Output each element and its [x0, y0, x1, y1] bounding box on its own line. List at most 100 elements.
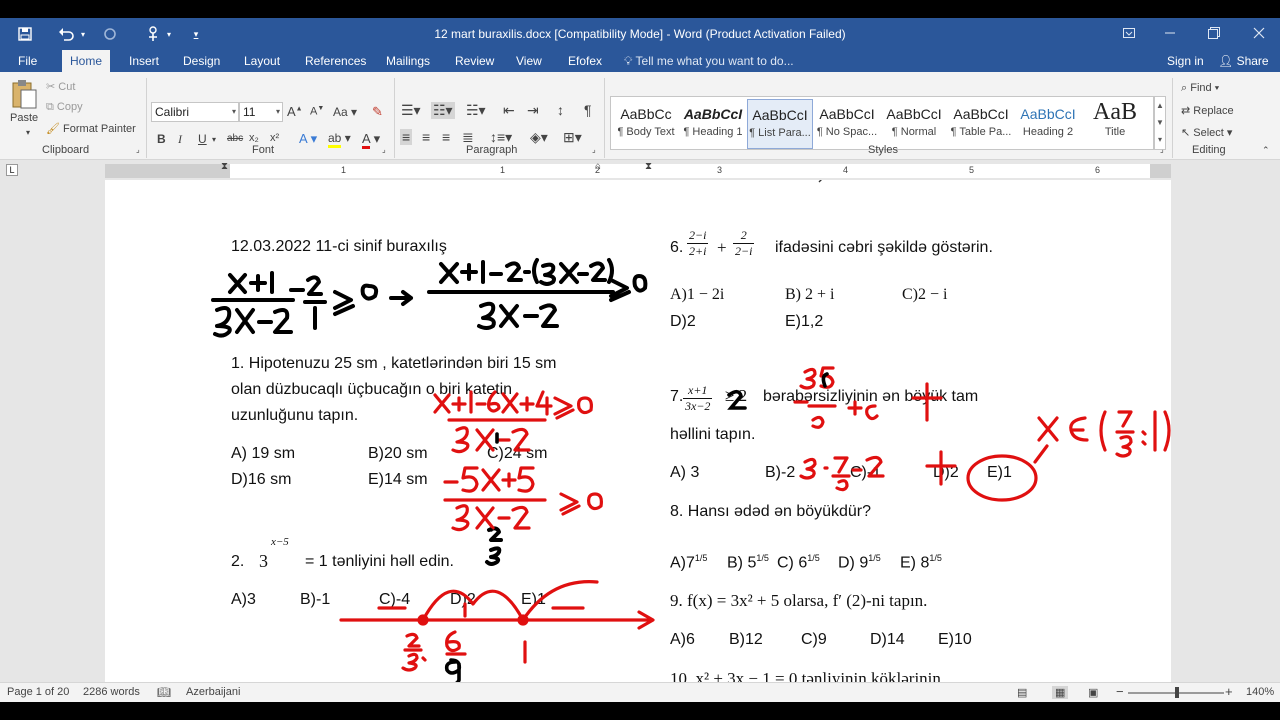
bold-button[interactable]: B	[157, 132, 166, 146]
select-button[interactable]: ↖ Select ▾	[1181, 126, 1232, 139]
horizontal-ruler[interactable]: 1 1 2 3 4 5 6 ⧗ ⌂ ⧗	[105, 161, 1171, 178]
format-painter-button[interactable]: 🖌︎ Format Painter	[46, 122, 136, 135]
ruler-text-area	[230, 164, 1150, 178]
sign-in-link[interactable]: Sign in	[1167, 50, 1204, 72]
paragraph-launcher-icon[interactable]: ⌟	[592, 145, 596, 154]
font-name-combo[interactable]: Calibri ▾	[151, 102, 239, 122]
share-button[interactable]: 👤︎ Share	[1212, 52, 1275, 71]
zoom-out-icon[interactable]: −	[1116, 684, 1124, 699]
ribbon-tabs: File Home Insert Design Layout Reference…	[0, 50, 1280, 72]
chevron-down-icon[interactable]: ▼	[1155, 114, 1165, 131]
cut-button[interactable]: ✂ Cut	[46, 80, 75, 93]
restore-icon[interactable]	[1199, 22, 1229, 44]
ribbon-display-icon[interactable]	[1114, 22, 1144, 44]
minimize-icon[interactable]	[1155, 22, 1185, 44]
shading-icon[interactable]: ◈▾	[530, 129, 548, 146]
style-body-text[interactable]: AaBbCc ¶ Body Text	[613, 99, 679, 149]
paste-icon[interactable]	[8, 76, 40, 112]
copy-button[interactable]: ⧉ Copy	[46, 101, 83, 114]
text-effects-icon[interactable]: A ▾	[299, 131, 317, 147]
clipboard-launcher-icon[interactable]: ⌟	[136, 145, 140, 154]
close-icon[interactable]	[1244, 22, 1274, 44]
font-color-icon[interactable]: A ▾	[362, 131, 380, 149]
font-launcher-icon[interactable]: ⌟	[382, 145, 386, 154]
superscript-button[interactable]: x²	[270, 132, 279, 144]
read-mode-icon[interactable]: ▤	[1017, 686, 1027, 699]
paste-dropdown-icon[interactable]: ▾	[26, 128, 30, 137]
increase-indent-icon[interactable]: ⇥	[527, 102, 539, 119]
indent-marker-icon[interactable]: ⧗	[645, 161, 652, 172]
tab-home[interactable]: Home	[62, 50, 111, 72]
style-heading-2[interactable]: AaBbCcI Heading 2	[1015, 99, 1081, 149]
shrink-font-icon[interactable]: A▼	[310, 105, 324, 118]
tell-me-search[interactable]: 💡︎ Tell me what you want to do...	[624, 50, 794, 72]
zoom-level[interactable]: 140%	[1246, 686, 1274, 698]
find-button[interactable]: ⌕ Find ▾	[1181, 82, 1219, 95]
italic-button[interactable]: I	[178, 132, 182, 147]
style-list-paragraph[interactable]: AaBbCcI ¶ List Para...	[747, 99, 813, 149]
style-title[interactable]: AaB Title	[1082, 99, 1148, 149]
multilevel-list-icon[interactable]: ☵▾	[466, 102, 486, 119]
borders-icon[interactable]: ⊞▾	[563, 129, 582, 146]
document-page[interactable]: 12.03.2022 11-ci sinif buraxılış 1. Hipo…	[105, 180, 1171, 702]
q1-line: uzunluğunu tapın.	[231, 407, 359, 424]
tab-design[interactable]: Design	[175, 50, 228, 72]
chevron-up-icon[interactable]: ▲	[1155, 97, 1165, 114]
decrease-indent-icon[interactable]: ⇤	[503, 102, 515, 119]
style-name: ¶ No Spac...	[816, 126, 878, 138]
font-size-combo[interactable]: 11 ▾	[239, 102, 283, 122]
strikethrough-button[interactable]: abc	[227, 133, 243, 144]
zoom-in-icon[interactable]: +	[1225, 684, 1233, 699]
change-case-icon[interactable]: Aa ▾	[333, 105, 357, 119]
tab-file[interactable]: File	[10, 50, 45, 72]
tab-efofex[interactable]: Efofex	[560, 50, 610, 72]
numbering-icon[interactable]: ☷▾	[431, 102, 455, 119]
style-sample: AaBbCcI	[752, 107, 808, 123]
style-table-paragraph[interactable]: AaBbCcI ¶ Table Pa...	[948, 99, 1014, 149]
indent-marker-icon[interactable]: ⌂	[595, 161, 601, 172]
tab-view[interactable]: View	[508, 50, 550, 72]
q8-exponent: 1/5	[929, 553, 942, 563]
highlight-icon[interactable]: ab ▾	[328, 131, 351, 148]
tab-layout[interactable]: Layout	[236, 50, 288, 72]
style-no-spacing[interactable]: AaBbCcI ¶ No Spac...	[814, 99, 880, 149]
paste-label[interactable]: Paste	[10, 112, 38, 124]
align-right-icon[interactable]: ≡	[442, 129, 450, 145]
zoom-slider-thumb[interactable]	[1175, 687, 1179, 698]
q6-fraction: 2 2−i	[733, 228, 755, 259]
tab-review[interactable]: Review	[447, 50, 502, 72]
subscript-button[interactable]: x₂	[249, 132, 259, 144]
style-name: ¶ Normal	[891, 126, 937, 138]
underline-button[interactable]: U	[198, 132, 207, 146]
q2-option: E)1	[521, 591, 546, 608]
collapse-ribbon-icon[interactable]: ⌃	[1262, 145, 1270, 156]
grow-font-icon[interactable]: A▲	[287, 104, 303, 119]
styles-launcher-icon[interactable]: ⌟	[1160, 145, 1164, 154]
indent-marker-icon[interactable]: ⧗	[221, 161, 228, 172]
tab-stop-selector-icon[interactable]: L	[6, 164, 18, 176]
web-layout-icon[interactable]: ▣	[1088, 686, 1098, 699]
format-painter-label: Format Painter	[63, 123, 136, 135]
replace-button[interactable]: ⇄ Replace	[1181, 104, 1234, 117]
style-normal[interactable]: AaBbCcI ¶ Normal	[881, 99, 947, 149]
clear-formatting-icon[interactable]: ✎	[372, 104, 383, 120]
print-layout-icon[interactable]: ▦	[1052, 686, 1069, 699]
style-heading-1[interactable]: AaBbCcI ¶ Heading 1	[680, 99, 746, 149]
divider	[1172, 78, 1173, 158]
language[interactable]: Azerbaijani	[186, 686, 240, 698]
tab-mailings[interactable]: Mailings	[378, 50, 438, 72]
align-left-icon[interactable]: ≡	[400, 129, 413, 145]
show-marks-icon[interactable]: ¶	[584, 102, 592, 118]
page-count[interactable]: Page 1 of 20	[7, 686, 69, 698]
underline-dropdown-icon[interactable]: ▾	[212, 135, 216, 144]
tab-references[interactable]: References	[297, 50, 374, 72]
sort-icon[interactable]: ↕	[557, 102, 564, 118]
q7-number: 7.	[670, 388, 684, 405]
fraction-denominator: 2+i	[689, 244, 707, 258]
align-center-icon[interactable]: ≡	[422, 129, 430, 145]
tab-insert[interactable]: Insert	[121, 50, 167, 72]
proofing-icon[interactable]: 📖︎	[157, 686, 171, 699]
bullets-icon[interactable]: ☰▾	[401, 102, 421, 119]
styles-scrollbar[interactable]: ▲ ▼ ▾	[1154, 96, 1166, 150]
word-count[interactable]: 2286 words	[83, 686, 140, 698]
